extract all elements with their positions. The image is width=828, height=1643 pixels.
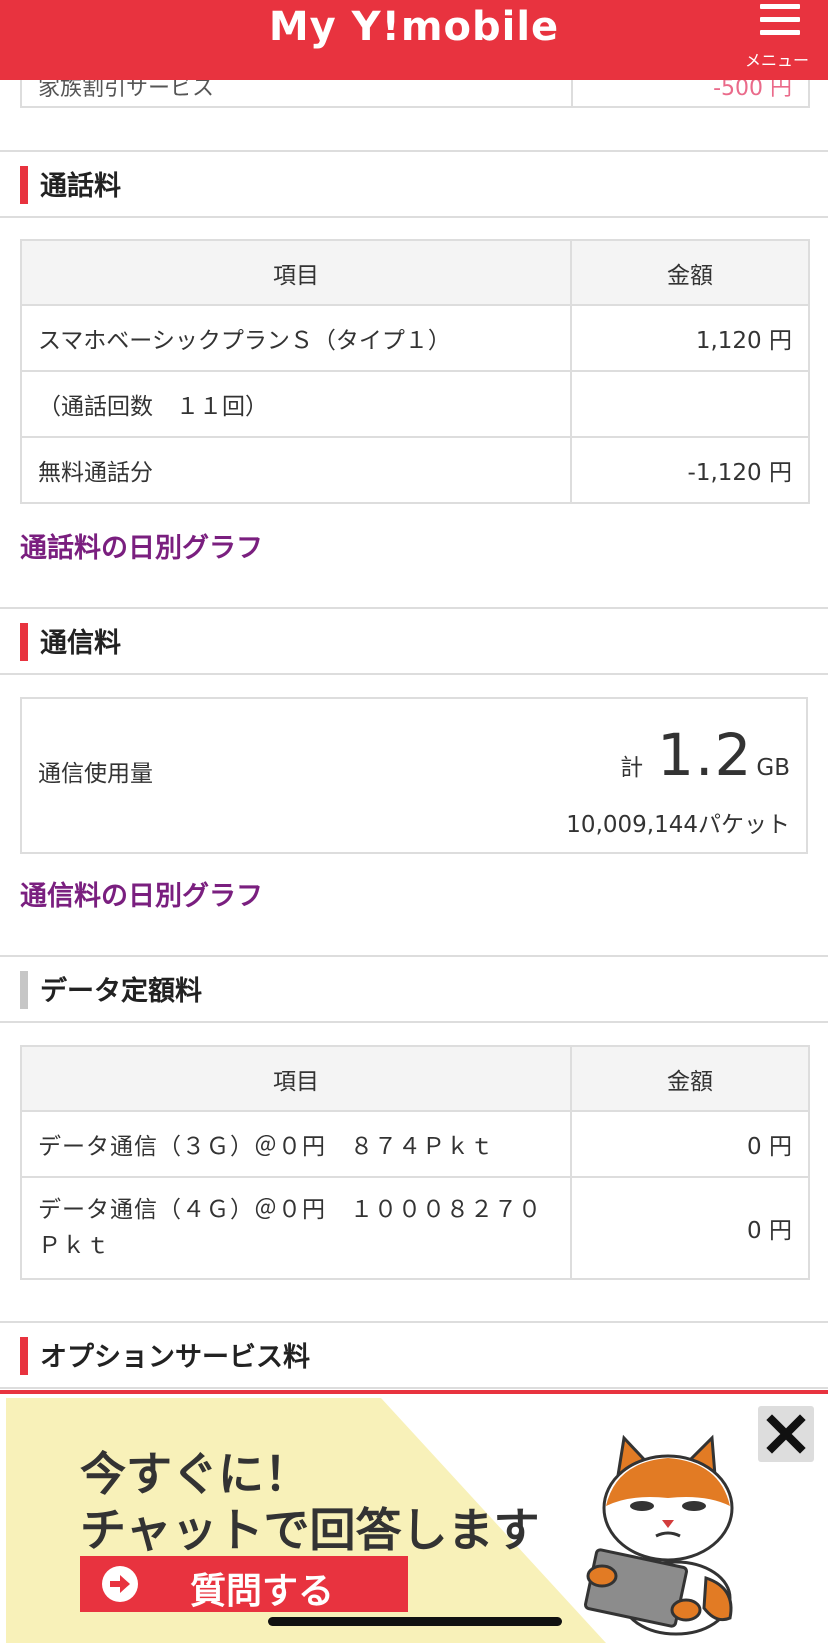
table-row: スマホベーシックプランＳ（タイプ１） 1,120 円 [20,304,810,372]
section-header-comm: 通信料 [0,607,828,675]
total-value: 1.2 [657,721,753,789]
table-row: （通話回数 １１回） [20,370,810,438]
table-row: 無料通話分 -1,120 円 [20,436,810,504]
section-marker [20,623,28,661]
ask-question-button[interactable]: 質問する [80,1556,408,1612]
column-header-item: 項目 [20,239,572,306]
home-indicator[interactable] [268,1617,562,1626]
usage-box: 通信使用量 計 1.2 GB 10,009,144パケット [20,697,808,854]
section-title: 通話料 [40,171,121,202]
column-header-item: 項目 [20,1045,572,1112]
row-item: スマホベーシックプランＳ（タイプ１） [20,304,572,372]
section-title: オプションサービス料 [40,1342,310,1373]
data-flat-table: 項目 金額 データ通信（３Ｇ）＠０円 ８７４Ｐｋｔ 0 円 データ通信（４Ｇ）＠… [20,1045,810,1280]
total-prefix: 計 [620,755,644,781]
ask-question-label: 質問する [190,1571,335,1612]
row-item: データ通信（３Ｇ）＠０円 ８７４Ｐｋｔ [20,1110,572,1178]
arrow-right-icon [102,1566,138,1602]
usage-label: 通信使用量 [38,761,153,787]
menu-button[interactable]: メニュー [744,2,810,70]
table-row: データ通信（３Ｇ）＠０円 ８７４Ｐｋｔ 0 円 [20,1110,810,1178]
row-amount: 0 円 [570,1176,810,1280]
menu-label: メニュー [744,51,809,70]
row-amount: -1,120 円 [570,436,810,504]
close-icon[interactable] [758,1406,814,1462]
chat-banner[interactable]: 今すぐに！ チャットで回答します 質問する [0,1390,828,1643]
section-marker [20,1337,28,1375]
cat-mascot-icon [584,1434,734,1636]
row-amount: 0 円 [570,1110,810,1178]
call-daily-graph-link[interactable]: 通話料の日別グラフ [20,526,263,565]
section-title: 通信料 [40,628,121,659]
section-header-options: オプションサービス料 [0,1321,828,1389]
section-marker [20,166,28,204]
column-header-amount: 金額 [570,1045,810,1112]
section-header-data-flat: データ定額料 [0,955,828,1023]
app-header: My Y!mobile メニュー [0,0,828,80]
comm-daily-graph-link[interactable]: 通信料の日別グラフ [20,874,263,913]
row-item: 無料通話分 [20,436,572,504]
section-header-call: 通話料 [0,150,828,218]
total-unit: GB [756,755,790,781]
section-title: データ定額料 [40,976,202,1007]
table-row: データ通信（４Ｇ）＠０円 １０００８２７０Ｐｋｔ 0 円 [20,1176,810,1280]
hamburger-icon [760,4,800,43]
usage-total: 計 1.2 GB [620,721,790,789]
row-amount [570,370,810,438]
column-header-amount: 金額 [570,239,810,306]
app-logo[interactable]: My Y!mobile [0,4,828,50]
row-item: （通話回数 １１回） [20,370,572,438]
usage-packets: 10,009,144パケット [566,812,790,838]
row-item: データ通信（４Ｇ）＠０円 １０００８２７０Ｐｋｔ [20,1176,572,1280]
banner-headline-2: チャットで回答します [80,1503,540,1557]
row-amount: 1,120 円 [570,304,810,372]
call-table: 項目 金額 スマホベーシックプランＳ（タイプ１） 1,120 円 （通話回数 １… [20,239,810,504]
section-marker [20,971,28,1009]
